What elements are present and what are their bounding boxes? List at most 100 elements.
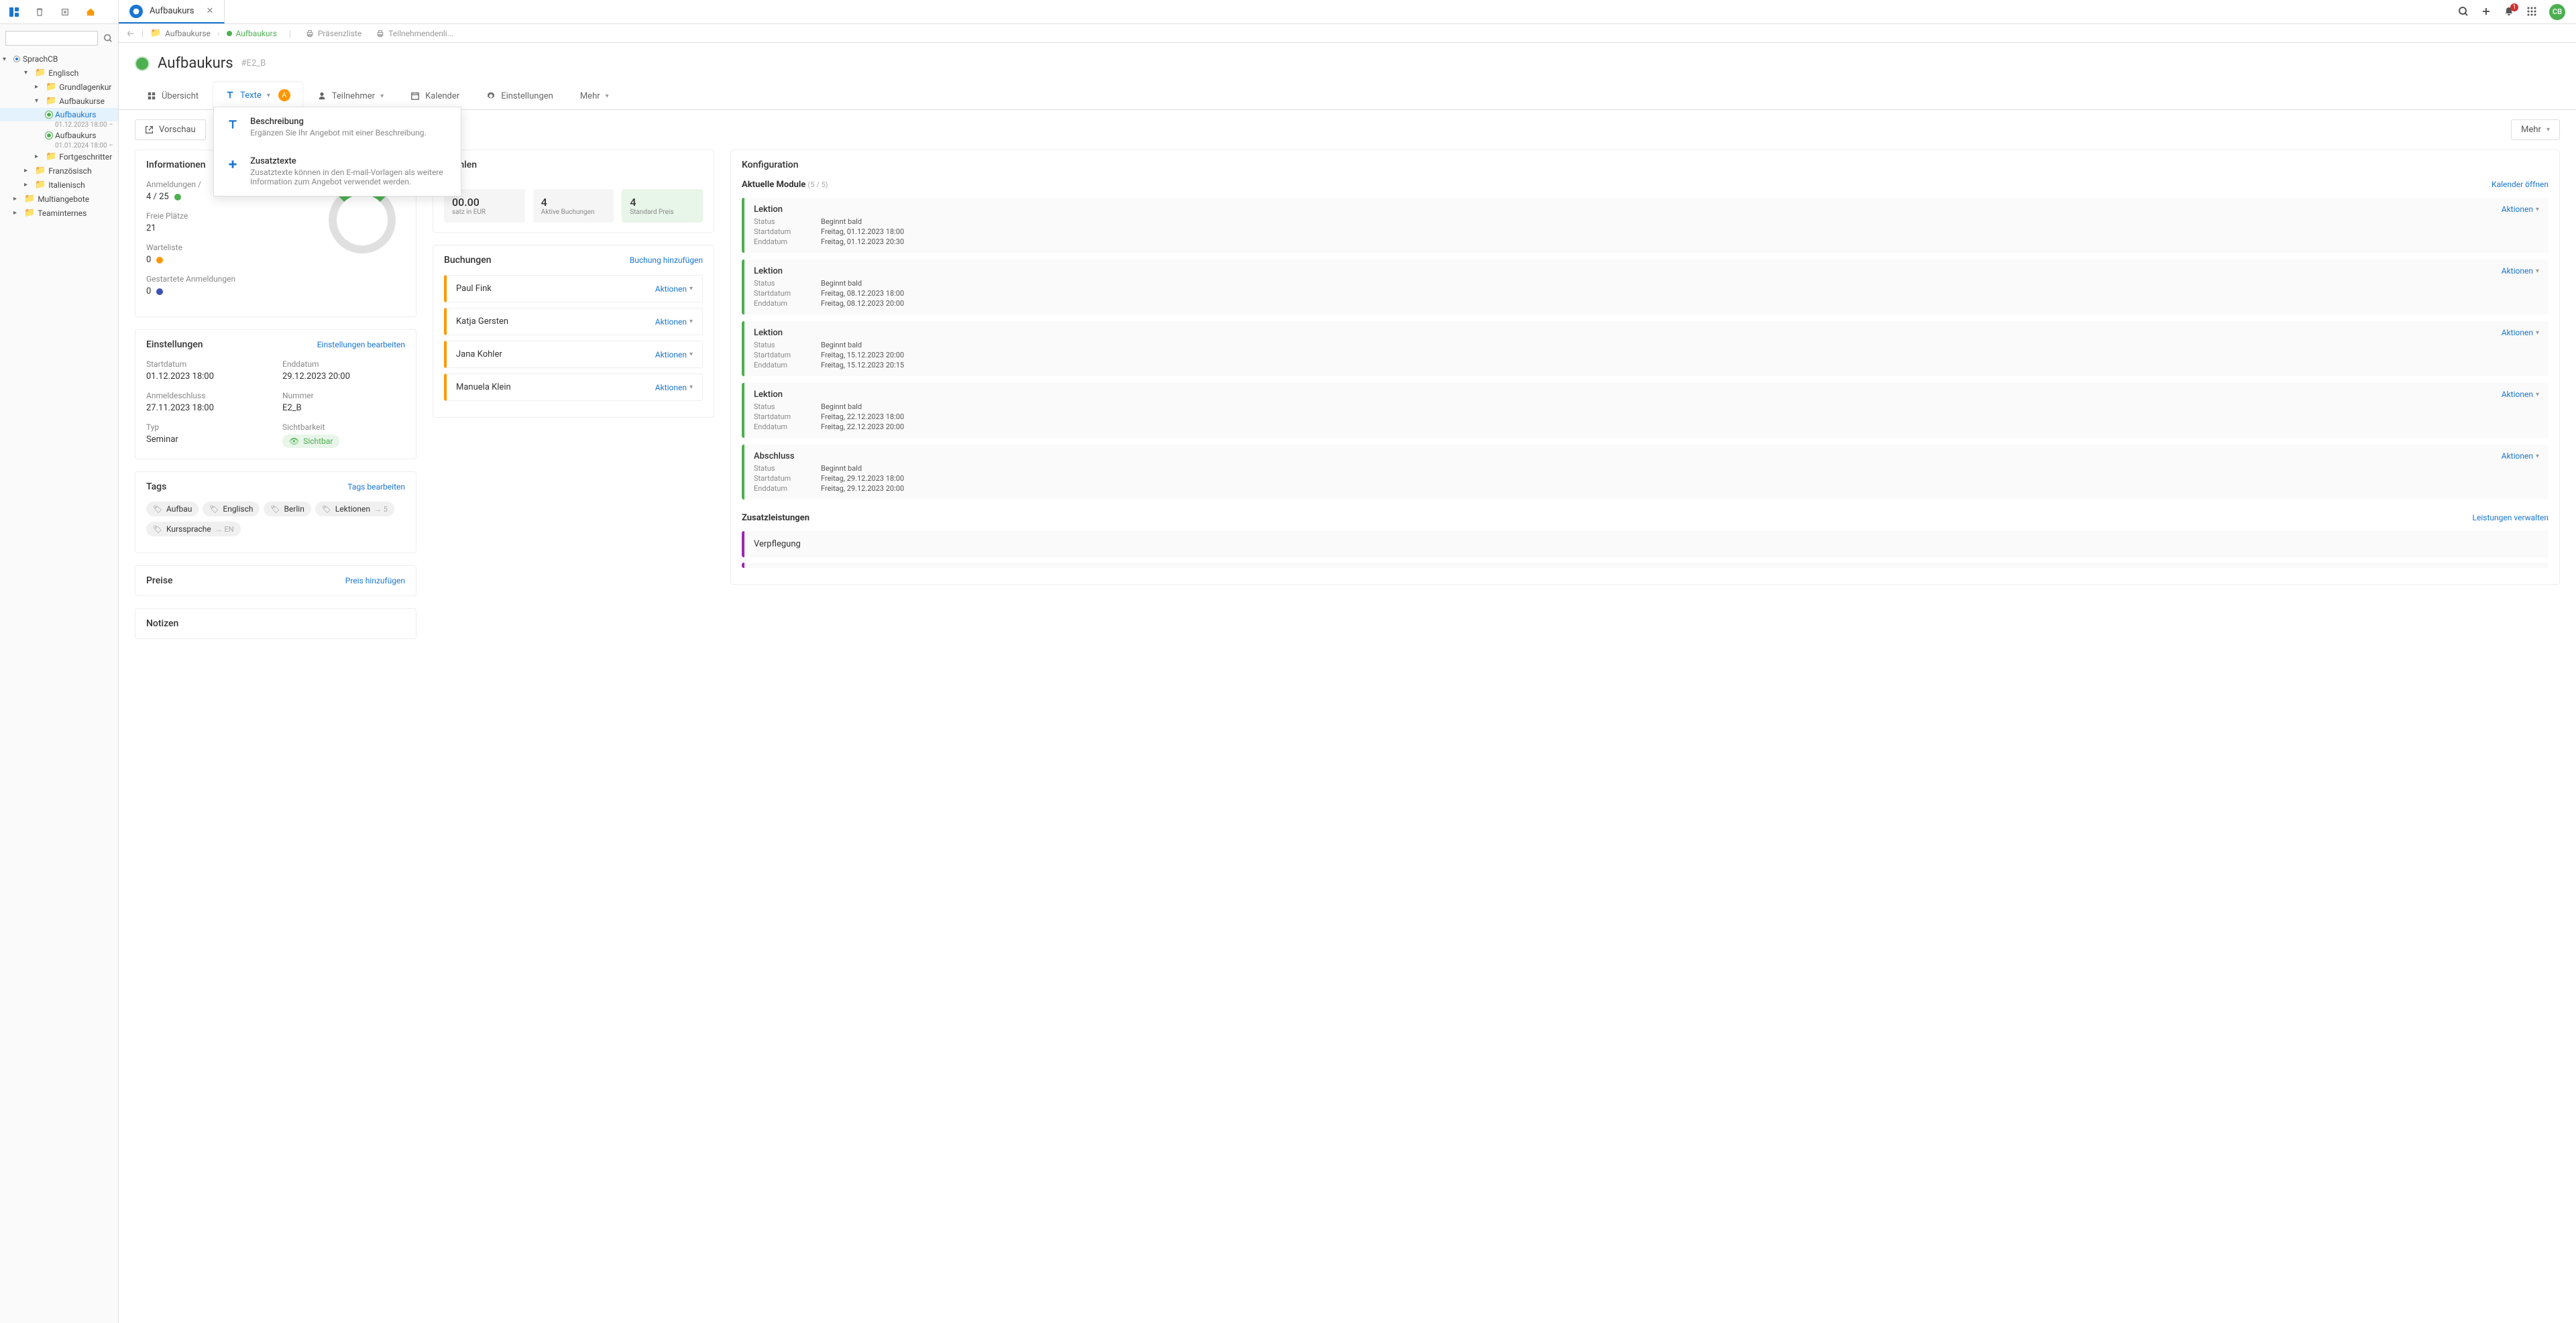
module-row[interactable]: LektionStatusBeginnt baldStartdatumFreit… bbox=[742, 321, 2549, 376]
booking-actions-button[interactable]: Aktionen ▾ bbox=[655, 317, 693, 327]
module-title: Lektion bbox=[754, 390, 904, 400]
folder-icon: 📁 bbox=[35, 180, 46, 190]
open-calendar-link[interactable]: Kalender öffnen bbox=[2491, 180, 2549, 190]
preview-button[interactable]: Vorschau bbox=[135, 119, 206, 140]
tree-node[interactable]: ▸📁Italienisch bbox=[0, 178, 118, 192]
plus-icon[interactable] bbox=[2481, 6, 2493, 18]
stat-label: satz in EUR bbox=[452, 209, 517, 216]
booking-row[interactable]: Katja GerstenAktionen ▾ bbox=[444, 308, 703, 335]
manage-services-link[interactable]: Leistungen verwalten bbox=[2473, 513, 2549, 523]
tag[interactable]: 🏷Aufbau bbox=[146, 502, 199, 516]
module-row[interactable]: LektionStatusBeginnt baldStartdatumFreit… bbox=[742, 383, 2549, 438]
tree-node[interactable]: ▸📁Grundlagenkur bbox=[0, 80, 118, 94]
bell-icon[interactable]: 1 bbox=[2504, 6, 2516, 18]
search-icon[interactable] bbox=[103, 34, 113, 43]
booking-actions-button[interactable]: Aktionen ▾ bbox=[655, 350, 693, 359]
module-actions-button[interactable]: Aktionen ▾ bbox=[2502, 205, 2539, 214]
booking-actions-button[interactable]: Aktionen ▾ bbox=[655, 284, 693, 294]
booking-actions-button[interactable]: Aktionen ▾ bbox=[655, 383, 693, 392]
booking-row[interactable]: Paul FinkAktionen ▾ bbox=[444, 275, 703, 302]
chevron-down-icon: ▾ bbox=[380, 93, 384, 100]
user-icon bbox=[317, 91, 327, 101]
booking-row[interactable]: Jana KohlerAktionen ▾ bbox=[444, 341, 703, 368]
print-icon bbox=[306, 30, 314, 38]
tree-root[interactable]: ▾ SprachCB bbox=[0, 52, 118, 66]
back-icon[interactable] bbox=[127, 30, 135, 38]
chevron-right-icon: › bbox=[217, 29, 220, 38]
service-row[interactable]: Verpflegung bbox=[742, 531, 2549, 557]
tree-node[interactable]: ▾📁Englisch bbox=[0, 66, 118, 80]
module-actions-button[interactable]: Aktionen ▾ bbox=[2502, 266, 2539, 276]
module-actions-button[interactable]: Aktionen ▾ bbox=[2502, 390, 2539, 399]
dropdown-item-additional-texts[interactable]: Zusatztexte Zusatztexte können in den E-… bbox=[214, 147, 461, 196]
tab-overview[interactable]: Übersicht bbox=[135, 82, 211, 109]
module-row[interactable]: LektionStatusBeginnt baldStartdatumFreit… bbox=[742, 260, 2549, 314]
more-button[interactable]: Mehr ▾ bbox=[2511, 119, 2560, 140]
tab-more[interactable]: Mehr ▾ bbox=[568, 82, 621, 109]
stat-value: 00.00 bbox=[452, 196, 517, 209]
meta-value: Beginnt bald bbox=[821, 464, 904, 473]
tree-node[interactable]: ▾📁Aufbaukurse bbox=[0, 94, 118, 108]
add-booking-link[interactable]: Buchung hinzufügen bbox=[630, 255, 703, 265]
breadcrumb-item[interactable]: 📁 Aufbaukurse bbox=[150, 28, 211, 38]
tag[interactable]: 🏷Lektionen→ 5 bbox=[315, 502, 394, 516]
info-value: 01.12.2023 18:00 bbox=[146, 371, 269, 382]
module-row[interactable]: AbschlussStatusBeginnt baldStartdatumFre… bbox=[742, 445, 2549, 500]
settings-card: Einstellungen Einstellungen bearbeiten S… bbox=[135, 329, 416, 459]
edit-settings-link[interactable]: Einstellungen bearbeiten bbox=[317, 340, 405, 349]
page-code: #E2_B bbox=[241, 58, 266, 68]
chevron-icon: ▸ bbox=[35, 83, 43, 91]
tree-node[interactable]: ▸📁Teaminternes bbox=[0, 206, 118, 220]
tab-settings[interactable]: Einstellungen bbox=[474, 82, 565, 109]
meta-label: Startdatum bbox=[754, 227, 814, 236]
booking-row[interactable]: Manuela KleinAktionen ▾ bbox=[444, 373, 703, 401]
calendar-icon bbox=[410, 91, 420, 101]
participant-list-button[interactable]: Teilnehmendenli... bbox=[376, 29, 453, 38]
tab-texts[interactable]: Texte ▾ A bbox=[213, 82, 302, 109]
button-label: Vorschau bbox=[159, 125, 196, 135]
tag[interactable]: 🏷Kurssprache→ EN bbox=[146, 522, 241, 536]
search-icon[interactable] bbox=[2458, 6, 2470, 18]
tab-participants[interactable]: Teilnehmer ▾ bbox=[305, 82, 396, 109]
trash-icon[interactable] bbox=[34, 6, 46, 18]
tree-node[interactable]: ▸📁Multiangebote bbox=[0, 192, 118, 206]
dropdown-item-description[interactable]: Beschreibung Ergänzen Sie Ihr Angebot mi… bbox=[214, 107, 461, 147]
edit-tags-link[interactable]: Tags bearbeiten bbox=[347, 482, 405, 492]
sidebar-search-input[interactable] bbox=[5, 31, 98, 46]
button-label: Teilnehmendenli... bbox=[388, 29, 453, 38]
tab-calendar[interactable]: Kalender bbox=[398, 82, 471, 109]
module-title: Lektion bbox=[754, 328, 904, 338]
tree-node[interactable]: Aufbaukurs bbox=[0, 108, 118, 121]
tree-node[interactable]: ▸📁Fortgeschritter bbox=[0, 150, 118, 164]
info-value: E2_B bbox=[282, 403, 405, 413]
tag[interactable]: 🏷Englisch bbox=[203, 502, 260, 516]
tag-label: Englisch bbox=[223, 504, 253, 514]
info-label: Enddatum bbox=[282, 359, 405, 369]
meta-value: Freitag, 29.12.2023 20:00 bbox=[821, 484, 904, 493]
home-icon[interactable] bbox=[85, 6, 97, 18]
service-row[interactable] bbox=[742, 563, 2549, 568]
window-tab[interactable]: Aufbaukurs ✕ bbox=[119, 0, 225, 23]
tree-node[interactable]: Aufbaukurs bbox=[0, 129, 118, 142]
close-icon[interactable]: ✕ bbox=[207, 6, 214, 16]
module-row[interactable]: LektionStatusBeginnt baldStartdatumFreit… bbox=[742, 198, 2549, 253]
layout-icon[interactable] bbox=[8, 6, 20, 18]
tree-label: Englisch bbox=[48, 68, 78, 78]
delete-icon[interactable] bbox=[59, 6, 71, 18]
page-header: Aufbaukurs #E2_B Übersicht Texte bbox=[119, 43, 2576, 110]
module-actions-button[interactable]: Aktionen ▾ bbox=[2502, 328, 2539, 337]
tree-node[interactable]: ▸📁Französisch bbox=[0, 164, 118, 178]
card-title: Konfiguration bbox=[742, 160, 799, 170]
notes-card: Notizen bbox=[135, 608, 416, 639]
apps-icon[interactable] bbox=[2526, 6, 2538, 18]
module-actions-button[interactable]: Aktionen ▾ bbox=[2502, 451, 2539, 461]
info-label: Typ bbox=[146, 422, 269, 432]
add-price-link[interactable]: Preis hinzufügen bbox=[345, 576, 405, 585]
avatar[interactable]: CB bbox=[2549, 4, 2565, 20]
tag[interactable]: 🏷Berlin bbox=[264, 502, 311, 516]
chevron-icon: ▾ bbox=[24, 69, 32, 76]
tree-label: Aufbaukurse bbox=[59, 97, 105, 106]
breadcrumb-item-active[interactable]: Aufbaukurs bbox=[227, 29, 277, 38]
meta-value: Freitag, 08.12.2023 18:00 bbox=[821, 289, 904, 298]
presence-list-button[interactable]: Präsenzliste bbox=[306, 29, 361, 38]
